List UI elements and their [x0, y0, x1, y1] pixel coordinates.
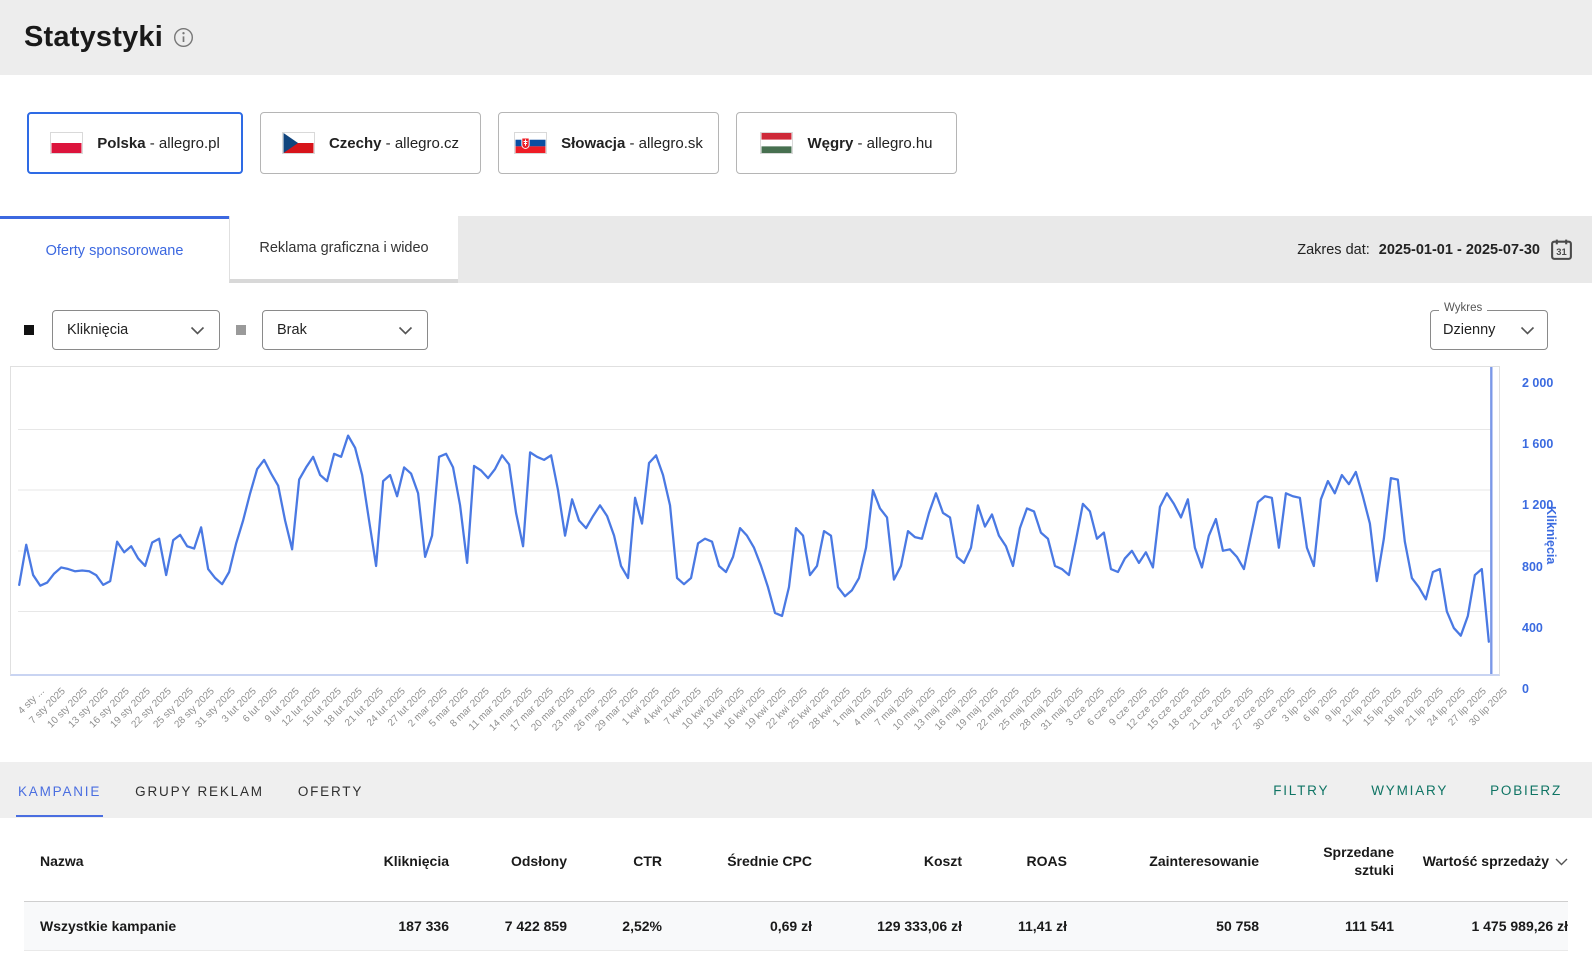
column-header-odslony[interactable]: Odsłony: [449, 818, 567, 902]
cell-nazwa: Wszystkie kampanie: [24, 902, 344, 951]
date-range-picker[interactable]: Zakres dat: 2025-01-01 - 2025-07-30 31: [1297, 216, 1592, 283]
table-header-row: Nazwa Kliknięcia Odsłony CTR Średnie CPC…: [24, 818, 1568, 902]
cell-odslony: 7 422 859: [449, 902, 567, 951]
y-tick-label: 1 600: [1522, 437, 1553, 451]
main-tabbar: Oferty sponsorowane Reklama graficzna i …: [0, 216, 1592, 283]
marketplace-button-czechy[interactable]: Czechy - allegro.cz: [260, 112, 481, 174]
cell-srednie-cpc: 0,69 zł: [662, 902, 812, 951]
date-range-value: 2025-01-01 - 2025-07-30: [1379, 242, 1540, 258]
y-tick-label: 800: [1522, 560, 1543, 574]
marketplace-selector: Polska - allegro.pl Czechy - allegro.cz …: [0, 75, 1592, 216]
y-axis-title: Kliknięcia: [1544, 506, 1558, 564]
slovakia-flag-icon: [514, 132, 547, 154]
chart-granularity-select[interactable]: Wykres Dzienny: [1430, 310, 1548, 350]
chart-controls: Kliknięcia Brak Wykres Dzienny: [0, 283, 1592, 350]
line-chart: 04008001 2001 6002 000 Kliknięcia: [10, 366, 1592, 676]
marketplace-button-polska[interactable]: Polska - allegro.pl: [27, 112, 243, 174]
column-header-srednie-cpc[interactable]: Średnie CPC: [662, 818, 812, 902]
primary-metric-select[interactable]: Kliknięcia: [52, 310, 220, 350]
info-icon[interactable]: [173, 27, 194, 48]
y-tick-label: 2 000: [1522, 376, 1553, 390]
marketplace-name: Czechy: [329, 135, 382, 152]
tab-oferty[interactable]: OFERTY: [296, 764, 365, 817]
hungary-flag-icon: [760, 132, 793, 154]
report-tabbar: KAMPANIE GRUPY REKLAM OFERTY FILTRY WYMI…: [0, 762, 1592, 818]
cell-roas: 11,41 zł: [962, 902, 1067, 951]
date-range-label: Zakres dat:: [1297, 242, 1370, 258]
campaigns-table: Nazwa Kliknięcia Odsłony CTR Średnie CPC…: [24, 818, 1568, 951]
column-header-nazwa[interactable]: Nazwa: [24, 818, 344, 902]
tab-grupy-reklam[interactable]: GRUPY REKLAM: [133, 764, 266, 817]
x-axis-labels: 4 sty ...7 sty 202510 sty 202513 sty 202…: [10, 676, 1592, 748]
marketplace-domain: - allegro.hu: [853, 135, 932, 152]
cell-koszt: 129 333,06 zł: [812, 902, 962, 951]
page-header: Statystyki: [0, 0, 1592, 75]
column-header-zainteresowanie[interactable]: Zainteresowanie: [1067, 818, 1259, 902]
column-header-roas[interactable]: ROAS: [962, 818, 1067, 902]
cell-klikniecia: 187 336: [344, 902, 449, 951]
marketplace-button-slowacja[interactable]: Słowacja - allegro.sk: [498, 112, 719, 174]
cell-wartosc-sprzedazy: 1 475 989,26 zł: [1394, 902, 1568, 951]
czechia-flag-icon: [282, 132, 315, 154]
chart-plot-area: [10, 366, 1500, 676]
cell-sprzedane-sztuki: 111 541: [1259, 902, 1394, 951]
marketplace-domain: - allegro.cz: [382, 135, 460, 152]
chevron-down-icon: [1520, 326, 1535, 335]
tab-kampanie[interactable]: KAMPANIE: [16, 764, 103, 817]
marketplace-button-wegry[interactable]: Węgry - allegro.hu: [736, 112, 957, 174]
chevron-down-icon: [398, 326, 413, 335]
chevron-down-icon: [190, 326, 205, 335]
marketplace-name: Słowacja: [561, 135, 625, 152]
marketplace-domain: - allegro.sk: [625, 135, 703, 152]
tab-oferty-sponsorowane[interactable]: Oferty sponsorowane: [0, 216, 229, 283]
page-title: Statystyki: [24, 21, 163, 54]
secondary-series-marker: [236, 325, 246, 335]
chart-line: [19, 436, 1489, 642]
tab-reklama-graficzna-i-wideo[interactable]: Reklama graficzna i wideo: [229, 216, 458, 283]
cell-zainteresowanie: 50 758: [1067, 902, 1259, 951]
column-header-ctr[interactable]: CTR: [567, 818, 662, 902]
dimensions-button[interactable]: WYMIARY: [1371, 783, 1448, 798]
column-header-koszt[interactable]: Koszt: [812, 818, 962, 902]
column-header-wartosc-sprzedazy[interactable]: Wartość sprzedaży: [1394, 818, 1568, 902]
marketplace-name: Polska: [97, 135, 145, 152]
table-row-wszystkie-kampanie: Wszystkie kampanie 187 336 7 422 859 2,5…: [24, 902, 1568, 951]
download-button[interactable]: POBIERZ: [1490, 783, 1562, 798]
column-header-klikniecia[interactable]: Kliknięcia: [344, 818, 449, 902]
column-header-sprzedane-sztuki[interactable]: Sprzedane sztuki: [1259, 818, 1394, 902]
y-tick-label: 400: [1522, 621, 1543, 635]
svg-text:31: 31: [1556, 247, 1566, 257]
poland-flag-icon: [50, 132, 83, 154]
sort-chevron-icon: [1555, 858, 1568, 866]
calendar-icon[interactable]: 31: [1549, 237, 1574, 262]
marketplace-name: Węgry: [807, 135, 853, 152]
cell-ctr: 2,52%: [567, 902, 662, 951]
primary-series-marker: [24, 325, 34, 335]
marketplace-domain: - allegro.pl: [146, 135, 220, 152]
filters-button[interactable]: FILTRY: [1273, 783, 1329, 798]
chart-granularity-label: Wykres: [1439, 302, 1487, 314]
secondary-metric-select[interactable]: Brak: [262, 310, 428, 350]
